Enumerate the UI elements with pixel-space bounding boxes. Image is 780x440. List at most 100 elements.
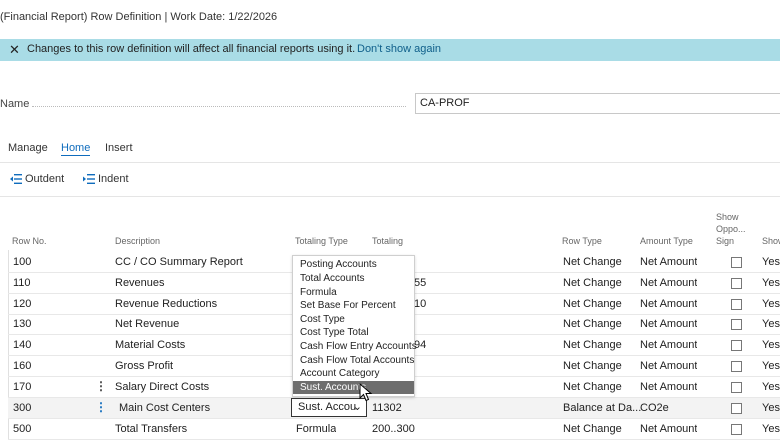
row-type[interactable]: Net Change — [563, 318, 622, 330]
row-description[interactable]: Main Cost Centers — [119, 402, 210, 414]
mouse-cursor-icon — [359, 383, 373, 402]
show-opposite-sign-checkbox[interactable] — [731, 257, 742, 268]
row-type[interactable]: Net Change — [563, 360, 622, 372]
more-options-icon[interactable]: ⋮ — [95, 379, 107, 393]
notification-banner: ✕ Changes to this row definition will af… — [0, 39, 780, 61]
dont-show-again-link[interactable]: Don't show again — [357, 43, 441, 55]
row-type[interactable]: Balance at Da... — [563, 402, 641, 414]
row-no: 110 — [13, 277, 31, 289]
row-description[interactable]: Net Revenue — [115, 318, 179, 330]
row-totaling[interactable]: 11302 — [372, 402, 402, 414]
amount-type[interactable]: Net Amount — [640, 360, 697, 372]
indent-button[interactable]: Indent — [83, 173, 129, 185]
row-no: 140 — [13, 339, 32, 351]
row-type[interactable]: Net Change — [563, 423, 622, 435]
col-header-totaling-type[interactable]: Totaling Type — [295, 236, 348, 246]
col-header-show-opp-1[interactable]: Show — [716, 212, 739, 222]
row-no: 300 — [13, 402, 32, 414]
dropdown-option[interactable]: Formula — [293, 286, 414, 299]
show-value[interactable]: Yes — [762, 339, 780, 351]
dropdown-option[interactable]: Cost Type Total — [293, 326, 414, 339]
tab-insert[interactable]: Insert — [105, 142, 133, 154]
amount-type[interactable]: Net Amount — [640, 381, 697, 393]
show-opposite-sign-checkbox[interactable] — [731, 319, 742, 330]
dropdown-option[interactable]: Cash Flow Entry Accounts — [293, 340, 417, 353]
row-no: 100 — [13, 256, 32, 268]
dropdown-option[interactable]: Posting Accounts — [293, 258, 414, 271]
row-description[interactable]: Total Transfers — [115, 423, 187, 435]
row-totaling-type[interactable]: Formula — [296, 423, 336, 435]
show-value[interactable]: Yes — [762, 298, 780, 310]
row-type[interactable]: Net Change — [563, 298, 622, 310]
amount-type[interactable]: Net Amount — [640, 298, 697, 310]
col-header-totaling[interactable]: Totaling — [372, 236, 403, 246]
col-header-show[interactable]: Show — [762, 236, 780, 246]
close-icon[interactable]: ✕ — [9, 42, 20, 58]
totaling-type-select[interactable]: Sust. Accou ⌄ — [291, 398, 367, 417]
row-description[interactable]: Revenues — [115, 277, 165, 289]
row-totaling[interactable]: 10 — [414, 298, 426, 310]
indent-icon — [83, 174, 95, 184]
dropdown-option[interactable]: Cash Flow Total Accounts — [293, 354, 414, 367]
col-header-amount-type[interactable]: Amount Type — [640, 236, 693, 246]
col-header-row-no[interactable]: Row No. — [12, 236, 47, 246]
totaling-type-dropdown: Posting Accounts Total Accounts Formula … — [292, 255, 417, 397]
row-no: 160 — [13, 360, 32, 372]
show-opposite-sign-checkbox[interactable] — [731, 382, 742, 393]
outdent-label: Outdent — [25, 173, 65, 185]
show-opposite-sign-checkbox[interactable] — [731, 278, 742, 289]
amount-type[interactable]: Net Amount — [640, 339, 697, 351]
row-type[interactable]: Net Change — [563, 277, 622, 289]
banner-message: Changes to this row definition will affe… — [27, 43, 356, 55]
show-value[interactable]: Yes — [762, 423, 780, 435]
col-header-show-opp-3[interactable]: Sign — [716, 236, 734, 246]
col-header-row-type[interactable]: Row Type — [562, 236, 602, 246]
action-divider — [0, 196, 780, 197]
tab-home[interactable]: Home — [61, 142, 91, 156]
amount-type[interactable]: Net Amount — [640, 256, 697, 268]
row-description[interactable]: Salary Direct Costs — [115, 381, 209, 393]
row-type[interactable]: Net Change — [563, 339, 622, 351]
row-type[interactable]: Net Change — [563, 256, 622, 268]
row-totaling[interactable]: 200..300 — [372, 423, 415, 435]
row-type[interactable]: Net Change — [563, 381, 622, 393]
outdent-button[interactable]: Outdent — [10, 173, 64, 185]
dropdown-option-highlighted[interactable]: Sust. Accounts — [293, 381, 414, 394]
tab-manage[interactable]: Manage — [8, 142, 48, 154]
show-value[interactable]: Yes — [762, 381, 780, 393]
show-opposite-sign-checkbox[interactable] — [731, 403, 742, 414]
more-options-icon[interactable]: ⋮ — [95, 400, 107, 414]
row-description[interactable]: CC / CO Summary Report — [115, 256, 243, 268]
show-value[interactable]: Yes — [762, 318, 780, 330]
dropdown-option[interactable]: Cost Type — [293, 313, 414, 326]
dropdown-option[interactable]: Account Category — [293, 367, 414, 380]
show-value[interactable]: Yes — [762, 256, 780, 268]
show-opposite-sign-checkbox[interactable] — [731, 424, 742, 435]
amount-type[interactable]: CO2e — [640, 402, 669, 414]
col-header-show-opp-2[interactable]: Oppo... — [716, 224, 746, 234]
amount-type[interactable]: Net Amount — [640, 423, 697, 435]
name-input[interactable]: CA-PROF — [415, 93, 780, 114]
totaling-type-select-value: Sust. Accou — [298, 401, 357, 413]
row-no: 500 — [13, 423, 32, 435]
row-totaling[interactable]: 55 — [414, 277, 426, 289]
amount-type[interactable]: Net Amount — [640, 277, 697, 289]
dropdown-option[interactable]: Set Base For Percent — [293, 299, 414, 312]
row-no: 130 — [13, 318, 32, 330]
dropdown-option[interactable]: Total Accounts — [293, 272, 414, 285]
indent-label: Indent — [98, 173, 129, 185]
show-value[interactable]: Yes — [762, 360, 780, 372]
show-value[interactable]: Yes — [762, 277, 780, 289]
show-opposite-sign-checkbox[interactable] — [731, 361, 742, 372]
row-description[interactable]: Revenue Reductions — [115, 298, 217, 310]
show-value[interactable]: Yes — [762, 402, 780, 414]
row-description[interactable]: Gross Profit — [115, 360, 173, 372]
show-opposite-sign-checkbox[interactable] — [731, 340, 742, 351]
table-row[interactable]: 500 Total Transfers Formula 200..300 Net… — [8, 419, 780, 440]
amount-type[interactable]: Net Amount — [640, 318, 697, 330]
col-header-description[interactable]: Description — [115, 236, 160, 246]
show-opposite-sign-checkbox[interactable] — [731, 299, 742, 310]
table-row-selected[interactable]: 300 ⋮ Main Cost Centers 11302 Balance at… — [8, 398, 780, 419]
row-no: 170 — [13, 381, 32, 393]
row-description[interactable]: Material Costs — [115, 339, 185, 351]
